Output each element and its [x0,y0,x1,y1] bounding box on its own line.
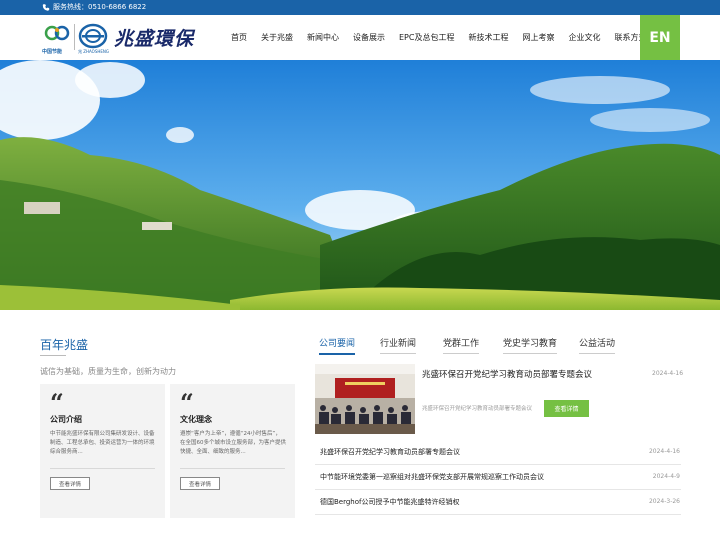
news-item-date: 2024-4-9 [652,473,680,480]
news-item-title[interactable]: 德国Berghof公司授予中节能兆盛特许经销权 [320,497,460,507]
nav-home[interactable]: 首页 [231,32,247,43]
card-title: 公司介绍 [50,415,82,424]
main-nav: 首页 关于兆盛 新闻中心 设备展示 EPC及总包工程 新技术工程 网上考察 企业… [224,15,653,60]
phone-icon [42,4,50,11]
nav-new-tech[interactable]: 新技术工程 [468,32,508,43]
top-bar: 服务热线：0510-6866 6822 [0,0,720,15]
news-item-date: 2024-3-26 [648,498,680,505]
tab-party-work[interactable]: 党群工作 [443,336,480,354]
zhaosheng-logo-icon[interactable] [78,23,108,51]
card-title: 文化理念 [180,415,212,424]
featured-news-details-button[interactable]: 查看详情 [544,400,589,417]
card-text: 中节能兆盛环保有限公司集研发设计、设备制造、工程总承包、投资运营为一体的环境综合… [50,431,155,455]
news-item-title[interactable]: 中节能环境党委第一巡察组对兆盛环保党支部开展常规巡察工作动员会议 [320,472,544,482]
featured-news-date: 2024-4-16 [652,370,684,377]
about-slogan: 诚信为基础，质量为生命，创新为动力 [40,367,176,376]
card-divider [180,468,285,469]
featured-news-image[interactable] [315,364,415,434]
about-section-title: 百年兆盛 [40,338,89,352]
cecep-logo-text: 中国节能 [42,49,63,55]
tab-party-history[interactable]: 党史学习教育 [503,336,558,354]
culture-card: “ 文化理念 遵崇“客户为上帝”，遵循“24小时售后”，在全国60多个城市设立服… [170,384,295,518]
zhaosheng-logo-text: 兆 ZHAOSHENG [78,49,109,54]
brand-name[interactable]: 兆盛環保 [114,24,194,51]
tab-industry-news[interactable]: 行业新闻 [380,336,417,354]
nav-about[interactable]: 关于兆盛 [261,32,293,43]
news-item-title[interactable]: 兆盛环保召开党纪学习教育动员部署专题会议 [320,447,460,457]
about-title-underline [40,355,66,356]
nav-equipment[interactable]: 设备展示 [353,32,385,43]
quote-icon: “ [50,388,64,417]
nav-culture[interactable]: 企业文化 [568,32,600,43]
logo-divider [74,24,75,50]
service-hotline: 服务热线：0510-6866 6822 [53,3,147,11]
nav-epc[interactable]: EPC及总包工程 [399,32,454,43]
list-item[interactable]: 中节能环境党委第一巡察组对兆盛环保党支部开展常规巡察工作动员会议 2024-4-… [315,465,681,490]
landscape-banner-image [0,60,720,310]
hero-banner [0,60,720,310]
featured-news-title[interactable]: 兆盛环保召开党纪学习教育动员部署专题会议 [422,368,592,380]
featured-news-summary: 兆盛环保召开党纪学习教育动员部署专题会议 [422,406,533,412]
header: 中国节能 兆 ZHAOSHENG 兆盛環保 首页 关于兆盛 新闻中心 设备展示 … [0,15,720,60]
news-item-date: 2024-4-16 [648,448,680,455]
nav-news[interactable]: 新闻中心 [307,32,339,43]
card-divider [50,468,155,469]
company-intro-card: “ 公司介绍 中节能兆盛环保有限公司集研发设计、设备制造、工程总承包、投资运营为… [40,384,165,518]
news-list: 兆盛环保召开党纪学习教育动员部署专题会议 2024-4-16 中节能环境党委第一… [315,440,681,515]
nav-online-visit[interactable]: 网上考察 [522,32,554,43]
company-intro-details-button[interactable]: 查看详情 [50,477,90,490]
list-item[interactable]: 德国Berghof公司授予中节能兆盛特许经销权 2024-3-26 [315,490,681,515]
tab-public-welfare[interactable]: 公益活动 [579,336,616,354]
english-language-button[interactable]: EN [640,15,680,60]
tab-company-news[interactable]: 公司要闻 [319,336,356,355]
culture-details-button[interactable]: 查看详情 [180,477,220,490]
list-item[interactable]: 兆盛环保召开党纪学习教育动员部署专题会议 2024-4-16 [315,440,681,465]
card-text: 遵崇“客户为上帝”，遵循“24小时售后”，在全国60多个城市设立服务部，为客户提… [180,431,286,455]
quote-icon: “ [180,388,194,417]
